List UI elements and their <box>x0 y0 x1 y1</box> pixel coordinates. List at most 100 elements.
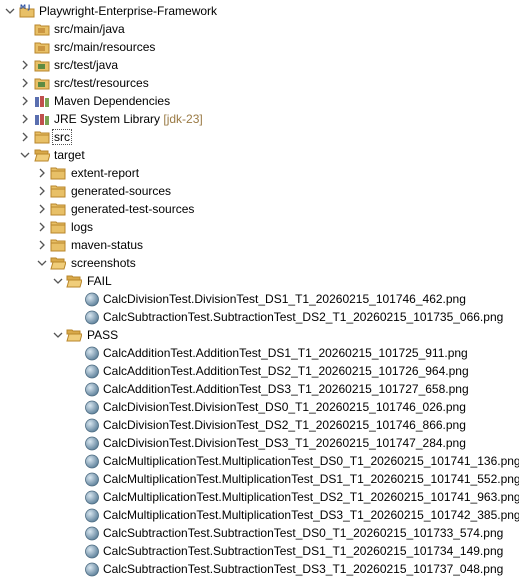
tree-label: src/main/java <box>54 22 125 36</box>
tree-label-file: CalcDivisionTest.DivisionTest_DS1_T1_202… <box>103 292 466 306</box>
tree-row-file[interactable]: CalcSubtractionTest.SubtractionTest_DS0_… <box>0 524 519 542</box>
tree-row-file[interactable]: CalcDivisionTest.DivisionTest_DS1_T1_202… <box>0 290 519 308</box>
test-source-folder-icon <box>34 57 50 73</box>
tree-row-fail-folder[interactable]: FAIL <box>0 272 519 290</box>
chevron-down-icon[interactable] <box>20 150 30 160</box>
tree-row-src-test-resources[interactable]: src/test/resources <box>0 74 519 92</box>
tree-row-file[interactable]: CalcMultiplicationTest.MultiplicationTes… <box>0 470 519 488</box>
folder-icon <box>50 165 66 181</box>
chevron-right-icon[interactable] <box>37 186 47 196</box>
tree-row-jre-system-library[interactable]: JRE System Library [jdk-23] <box>0 110 519 128</box>
tree-row-file[interactable]: CalcDivisionTest.DivisionTest_DS0_T1_202… <box>0 398 519 416</box>
chevron-down-icon[interactable] <box>53 330 63 340</box>
tree-row-maven-dependencies[interactable]: Maven Dependencies <box>0 92 519 110</box>
tree-row-file[interactable]: CalcDivisionTest.DivisionTest_DS2_T1_202… <box>0 416 519 434</box>
maven-project-icon: M J <box>19 3 35 19</box>
png-file-icon <box>84 561 100 577</box>
tree-row-file[interactable]: CalcAdditionTest.AdditionTest_DS3_T1_202… <box>0 380 519 398</box>
tree-label: extent-report <box>71 166 140 180</box>
tree-label: JRE System Library <box>54 112 161 126</box>
chevron-right-icon[interactable] <box>37 204 47 214</box>
tree-label-file: CalcSubtractionTest.SubtractionTest_DS3_… <box>103 562 504 576</box>
png-file-icon <box>84 345 100 361</box>
tree-row-file[interactable]: CalcAdditionTest.AdditionTest_DS1_T1_202… <box>0 344 519 362</box>
png-file-icon <box>84 381 100 397</box>
tree-row-target[interactable]: target <box>0 146 519 164</box>
tree-label-file: CalcSubtractionTest.SubtractionTest_DS0_… <box>103 526 504 540</box>
tree-row-file[interactable]: CalcSubtractionTest.SubtractionTest_DS3_… <box>0 560 519 578</box>
tree-row-folder[interactable]: extent-report <box>0 164 519 182</box>
png-file-icon <box>84 363 100 379</box>
source-folder-icon <box>34 39 50 55</box>
png-file-icon <box>84 489 100 505</box>
tree-label-file: CalcMultiplicationTest.MultiplicationTes… <box>103 454 519 468</box>
tree-row-file[interactable]: CalcMultiplicationTest.MultiplicationTes… <box>0 506 519 524</box>
chevron-right-icon[interactable] <box>20 96 30 106</box>
chevron-down-icon[interactable] <box>5 6 15 16</box>
chevron-right-icon[interactable] <box>37 222 47 232</box>
tree-label-file: CalcAdditionTest.AdditionTest_DS3_T1_202… <box>103 382 469 396</box>
tree-label: generated-test-sources <box>71 202 195 216</box>
tree-row-file[interactable]: CalcSubtractionTest.SubtractionTest_DS1_… <box>0 542 519 560</box>
tree-row-file[interactable]: CalcSubtractionTest.SubtractionTest_DS2_… <box>0 308 519 326</box>
tree-row-folder[interactable]: generated-sources <box>0 182 519 200</box>
svg-text:J: J <box>27 4 30 11</box>
tree-label-file: CalcMultiplicationTest.MultiplicationTes… <box>103 508 519 522</box>
tree-label: screenshots <box>71 256 136 270</box>
chevron-down-icon[interactable] <box>53 276 63 286</box>
tree-row-file[interactable]: CalcMultiplicationTest.MultiplicationTes… <box>0 452 519 470</box>
tree-label: generated-sources <box>71 184 172 198</box>
library-icon <box>34 93 50 109</box>
folder-icon <box>50 237 66 253</box>
tree-row-file[interactable]: CalcAdditionTest.AdditionTest_DS2_T1_202… <box>0 362 519 380</box>
tree-label-file: CalcDivisionTest.DivisionTest_DS2_T1_202… <box>103 418 466 432</box>
project-explorer-tree: M J Playwright-Enterprise-Framework src/… <box>0 0 519 579</box>
tree-row-src-main-resources[interactable]: src/main/resources <box>0 38 519 56</box>
library-icon <box>34 111 50 127</box>
tree-label-file: CalcDivisionTest.DivisionTest_DS3_T1_202… <box>103 436 466 450</box>
chevron-right-icon[interactable] <box>37 168 47 178</box>
tree-label-file: CalcMultiplicationTest.MultiplicationTes… <box>103 472 519 486</box>
tree-row-src-test-java[interactable]: src/test/java <box>0 56 519 74</box>
folder-open-icon <box>66 273 82 289</box>
tree-label-file: CalcMultiplicationTest.MultiplicationTes… <box>103 490 519 504</box>
tree-label: src/test/resources <box>54 76 149 90</box>
tree-row-src-main-java[interactable]: src/main/java <box>0 20 519 38</box>
chevron-right-icon[interactable] <box>20 114 30 124</box>
chevron-down-icon[interactable] <box>37 258 47 268</box>
tree-label: src/main/resources <box>54 40 156 54</box>
chevron-right-icon[interactable] <box>20 60 30 70</box>
folder-open-icon <box>50 255 66 271</box>
chevron-right-icon[interactable] <box>37 240 47 250</box>
tree-label: logs <box>71 220 94 234</box>
tree-label-file: CalcAdditionTest.AdditionTest_DS2_T1_202… <box>103 364 469 378</box>
jdk-version-decoration: [jdk-23] <box>163 112 203 126</box>
tree-label: src <box>52 129 72 145</box>
tree-row-file[interactable]: CalcDivisionTest.DivisionTest_DS3_T1_202… <box>0 434 519 452</box>
tree-row-folder[interactable]: generated-test-sources <box>0 200 519 218</box>
tree-label: maven-status <box>71 238 144 252</box>
source-folder-icon <box>34 21 50 37</box>
chevron-right-icon[interactable] <box>20 132 30 142</box>
tree-row-file[interactable]: CalcMultiplicationTest.MultiplicationTes… <box>0 488 519 506</box>
tree-label: target <box>54 148 85 162</box>
tree-row-folder[interactable]: logs <box>0 218 519 236</box>
tree-label-file: CalcDivisionTest.DivisionTest_DS0_T1_202… <box>103 400 466 414</box>
png-file-icon <box>84 291 100 307</box>
tree-row-screenshots[interactable]: screenshots <box>0 254 519 272</box>
png-file-icon <box>84 471 100 487</box>
png-file-icon <box>84 417 100 433</box>
tree-row-project[interactable]: M J Playwright-Enterprise-Framework <box>0 2 519 20</box>
tree-row-src[interactable]: src <box>0 128 519 146</box>
svg-text:M: M <box>20 4 26 11</box>
tree-row-folder[interactable]: maven-status <box>0 236 519 254</box>
folder-icon <box>50 219 66 235</box>
chevron-right-icon[interactable] <box>20 78 30 88</box>
tree-label-project: Playwright-Enterprise-Framework <box>39 4 218 18</box>
png-file-icon <box>84 543 100 559</box>
folder-icon <box>34 129 50 145</box>
png-file-icon <box>84 525 100 541</box>
tree-row-pass-folder[interactable]: PASS <box>0 326 519 344</box>
folder-open-icon <box>66 327 82 343</box>
folder-open-icon <box>34 147 50 163</box>
